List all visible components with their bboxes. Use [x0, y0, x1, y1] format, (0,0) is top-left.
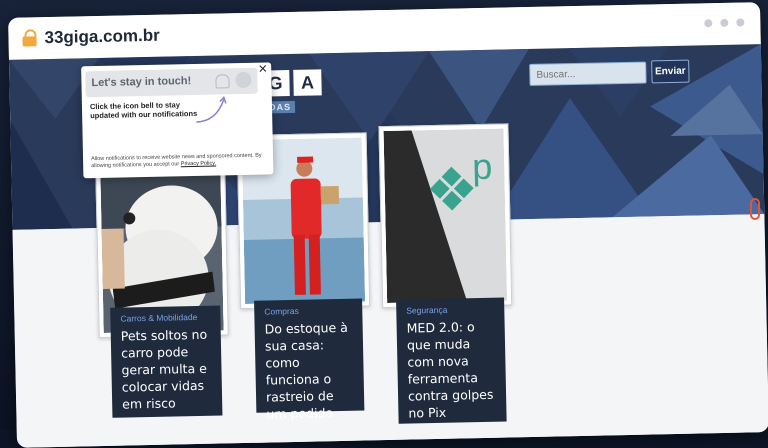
article-caption[interactable]: Segurança MED 2.0: o que muda com nova f…	[396, 297, 507, 424]
notification-popup: Let's stay in touch! × Click the icon be…	[81, 60, 274, 179]
paperclip-icon	[750, 198, 760, 220]
url-text[interactable]: 33giga.com.br	[44, 26, 160, 48]
fine-print-text: Allow notifications to receive website n…	[90, 152, 262, 170]
window-controls	[704, 18, 745, 28]
popup-header: Let's stay in touch!	[85, 67, 258, 98]
popup-fine-print: Allow notifications to receive website n…	[91, 152, 269, 170]
article-category[interactable]: Segurança	[406, 304, 494, 316]
popup-description: Click the icon bell to stay updated with…	[89, 100, 198, 121]
close-button[interactable]: ×	[258, 60, 267, 77]
search-submit-button[interactable]: Enviar	[651, 59, 690, 84]
browser-window: 33giga.com.br G A DAS Enviar	[8, 2, 768, 448]
article-title[interactable]: Do estoque à sua casa: como funciona o r…	[264, 319, 354, 423]
toggle-icon[interactable]	[235, 71, 252, 89]
window-dot-icon[interactable]	[704, 19, 713, 28]
article-card[interactable]: p	[378, 123, 513, 309]
lock-icon	[22, 29, 37, 47]
article-title[interactable]: Pets soltos no carro pode gerar multa e …	[121, 326, 213, 413]
popup-title: Let's stay in touch!	[91, 75, 192, 90]
window-dot-icon[interactable]	[736, 18, 745, 27]
article-caption[interactable]: Compras Do estoque à sua casa: como func…	[254, 298, 365, 422]
svg-text:p: p	[472, 146, 493, 187]
search-input[interactable]	[529, 61, 647, 86]
article-category[interactable]: Compras	[264, 305, 352, 317]
logo-letter: A	[293, 69, 322, 96]
curved-arrow-icon	[196, 95, 227, 123]
privacy-policy-link[interactable]: Privacy Policy.	[181, 161, 216, 168]
window-dot-icon[interactable]	[720, 18, 729, 27]
article-title[interactable]: MED 2.0: o que muda com nova ferramenta …	[406, 318, 496, 422]
article-caption[interactable]: Carros & Mobilidade Pets soltos no carro…	[110, 305, 223, 418]
article-image-pix: p	[383, 128, 508, 303]
article-category[interactable]: Carros & Mobilidade	[120, 312, 210, 324]
bell-icon[interactable]	[215, 74, 230, 89]
